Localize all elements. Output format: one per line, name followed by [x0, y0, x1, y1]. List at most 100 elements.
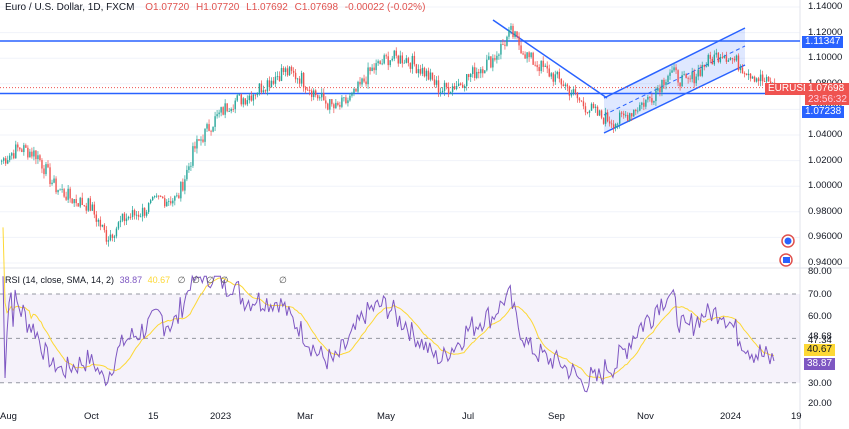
candle-body	[85, 205, 87, 211]
candle-body	[228, 111, 230, 112]
candle-body	[39, 155, 41, 161]
candle-body	[590, 103, 593, 111]
candle-body	[87, 198, 89, 211]
candle-body	[600, 110, 603, 118]
candle-body	[313, 90, 315, 98]
candle-body	[105, 230, 108, 242]
candle-body	[455, 85, 458, 90]
candle-body	[278, 76, 281, 81]
candle-body	[725, 56, 728, 62]
candle-body	[373, 67, 375, 71]
rsi-axis-label: 60.00	[808, 311, 832, 322]
candle-body	[339, 104, 341, 107]
candle-body	[639, 104, 641, 111]
candle-body	[329, 99, 331, 110]
rsi-axis-label: 20.00	[808, 398, 832, 409]
candle-body	[17, 144, 19, 148]
candle-body	[222, 107, 224, 115]
candle-body	[81, 197, 83, 206]
candle-body	[403, 62, 406, 64]
time-axis-label: Sep	[548, 411, 565, 422]
candle-body	[172, 200, 174, 204]
candle-body	[578, 98, 581, 101]
candle-body	[755, 78, 758, 82]
candle-body	[208, 124, 210, 131]
candle-body	[63, 189, 65, 197]
candle-body	[763, 81, 766, 83]
candle-body	[43, 168, 45, 175]
candle-body	[192, 146, 194, 166]
candle-body	[158, 195, 160, 197]
candle-body	[15, 144, 17, 159]
price-axis-label: 1.14000	[808, 1, 843, 12]
candle-body	[457, 83, 460, 86]
candle-body	[411, 55, 414, 69]
candle-body	[693, 71, 695, 84]
candle-body	[135, 214, 138, 216]
chart-canvas[interactable]	[0, 0, 849, 429]
candle-body	[655, 90, 657, 102]
candle-body	[113, 236, 116, 238]
current-price: 1.07698	[808, 83, 845, 94]
time-axis-label: 2024	[720, 411, 742, 422]
candle-body	[254, 94, 257, 96]
candle-body	[604, 112, 607, 124]
candle-body	[560, 78, 563, 85]
candle-body	[244, 98, 246, 105]
candle-body	[677, 70, 679, 83]
candle-body	[606, 112, 609, 122]
candle-body	[651, 98, 653, 103]
candle-body	[447, 87, 450, 94]
candle-body	[369, 67, 371, 71]
candle-body	[270, 80, 273, 88]
candle-body	[47, 164, 49, 168]
candle-body	[282, 67, 285, 73]
candle-body	[753, 76, 756, 82]
rsi-title: RSI (14, close, SMA, 14, 2)	[5, 275, 115, 285]
candle-body	[214, 116, 216, 127]
candle-body	[109, 234, 112, 241]
candle-body	[494, 58, 496, 60]
candle-body	[741, 67, 744, 74]
candle-body	[504, 44, 506, 46]
candle-body	[292, 70, 295, 73]
candle-body	[566, 84, 569, 87]
candle-body	[51, 182, 53, 185]
candle-body	[153, 196, 156, 198]
candle-body	[262, 90, 265, 93]
candle-body	[363, 78, 365, 82]
candle-body	[659, 88, 661, 93]
candle-body	[27, 147, 29, 158]
candle-body	[204, 128, 206, 142]
candle-body	[210, 130, 212, 132]
candle-body	[598, 110, 601, 116]
candle-body	[761, 74, 764, 82]
candle-body	[623, 113, 625, 116]
candle-body	[524, 54, 526, 59]
candle-body	[451, 86, 454, 92]
candle-body	[687, 77, 689, 79]
candle-body	[41, 160, 43, 169]
candle-body	[711, 58, 713, 65]
candle-body	[248, 95, 251, 101]
rsi-legend[interactable]: RSI (14, close, SMA, 14, 2) 38.87 40.67 …	[5, 275, 287, 286]
candle-body	[131, 210, 134, 218]
candle-body	[723, 56, 726, 58]
candle-body	[290, 66, 293, 71]
candle-body	[496, 55, 498, 60]
candle-body	[234, 100, 236, 110]
candle-body	[508, 29, 510, 37]
candle-body	[337, 102, 339, 105]
candle-body	[29, 151, 31, 158]
candle-body	[673, 67, 675, 71]
candle-body	[506, 36, 508, 46]
candle-body	[284, 68, 287, 73]
candle-body	[359, 81, 361, 85]
candle-body	[633, 109, 635, 117]
candle-body	[298, 78, 301, 84]
candle-body	[608, 121, 611, 124]
candle-body	[276, 76, 279, 77]
candle-body	[707, 54, 709, 67]
candle-body	[466, 74, 468, 87]
candle-body	[296, 78, 299, 80]
